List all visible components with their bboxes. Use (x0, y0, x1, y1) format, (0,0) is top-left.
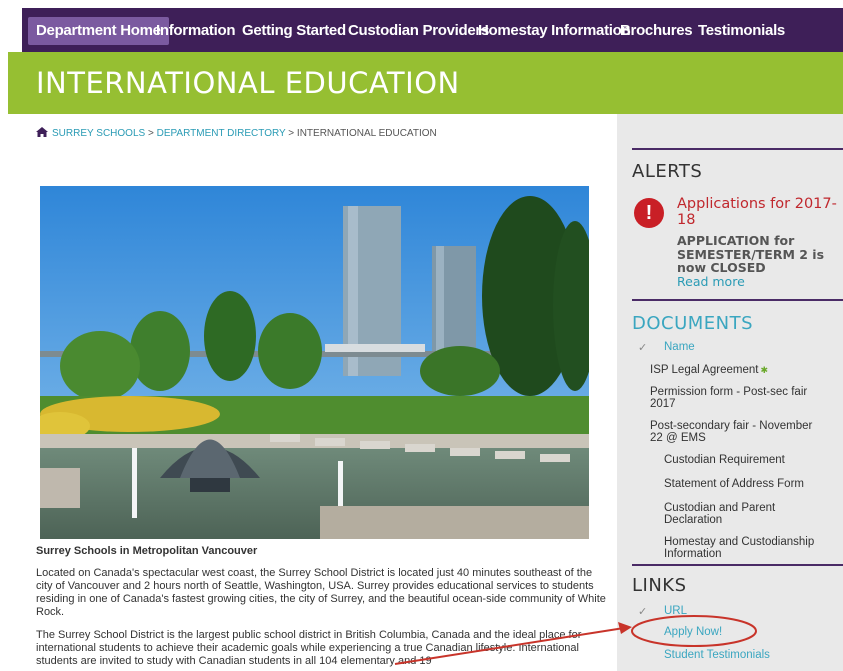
nav-brochures[interactable]: Brochures (612, 17, 700, 45)
hero-image (40, 186, 589, 539)
new-badge-icon: ✱ (760, 365, 769, 375)
intro-paragraph: Located on Canada's spectacular west coa… (36, 567, 606, 618)
read-more-link[interactable]: Read more (677, 274, 745, 289)
breadcrumb-department-directory[interactable]: DEPARTMENT DIRECTORY (157, 128, 286, 139)
sidebar-divider (632, 299, 843, 301)
document-item[interactable]: ISP Legal Agreement ✱ (650, 364, 822, 376)
documents-heading: DOCUMENTS (632, 313, 754, 334)
home-icon[interactable] (36, 127, 48, 137)
sort-check-icon: ✓ (638, 606, 648, 618)
breadcrumb-separator: > (288, 128, 295, 139)
alert-body: APPLICATION for SEMESTER/TERM 2 is now C… (677, 233, 825, 275)
document-item[interactable]: Custodian Requirement (664, 454, 836, 466)
links-sort-url[interactable]: URL (664, 605, 687, 617)
breadcrumb-separator: > (147, 128, 154, 139)
nav-getting-started[interactable]: Getting Started (234, 17, 354, 45)
sidebar-divider (632, 564, 843, 566)
top-nav: Department Home Information Getting Star… (22, 8, 843, 52)
document-item[interactable]: Statement of Address Form (664, 478, 836, 490)
breadcrumb-current: INTERNATIONAL EDUCATION (296, 128, 437, 139)
district-paragraph: The Surrey School District is the larges… (36, 629, 582, 667)
alerts-heading: ALERTS (632, 161, 703, 182)
document-item[interactable]: Homestay and Custodianship Information (664, 536, 836, 560)
page-title: INTERNATIONAL EDUCATION (36, 66, 460, 100)
page-banner: INTERNATIONAL EDUCATION (8, 52, 843, 114)
breadcrumb: SURREY SCHOOLS > DEPARTMENT DIRECTORY > … (36, 127, 437, 139)
sort-check-icon: ✓ (638, 342, 648, 354)
apply-now-link[interactable]: Apply Now! (664, 626, 722, 638)
links-heading: LINKS (632, 575, 687, 596)
student-testimonials-link[interactable]: Student Testimonials (664, 649, 770, 661)
breadcrumb-surrey-schools[interactable]: SURREY SCHOOLS (52, 128, 145, 139)
document-item[interactable]: Post-secondary fair - November 22 @ EMS (650, 420, 822, 444)
alert-title[interactable]: Applications for 2017-18 (677, 196, 837, 228)
document-item[interactable]: Custodian and Parent Declaration (664, 502, 836, 526)
sidebar-divider (632, 148, 843, 150)
nav-information[interactable]: Information (148, 17, 243, 45)
document-item[interactable]: Permission form - Post-sec fair 2017 (650, 386, 822, 410)
documents-sort-name[interactable]: Name (664, 341, 836, 353)
image-caption: Surrey Schools in Metropolitan Vancouver (36, 545, 258, 557)
exclamation-icon: ! (634, 198, 664, 228)
nav-testimonials[interactable]: Testimonials (690, 17, 793, 45)
